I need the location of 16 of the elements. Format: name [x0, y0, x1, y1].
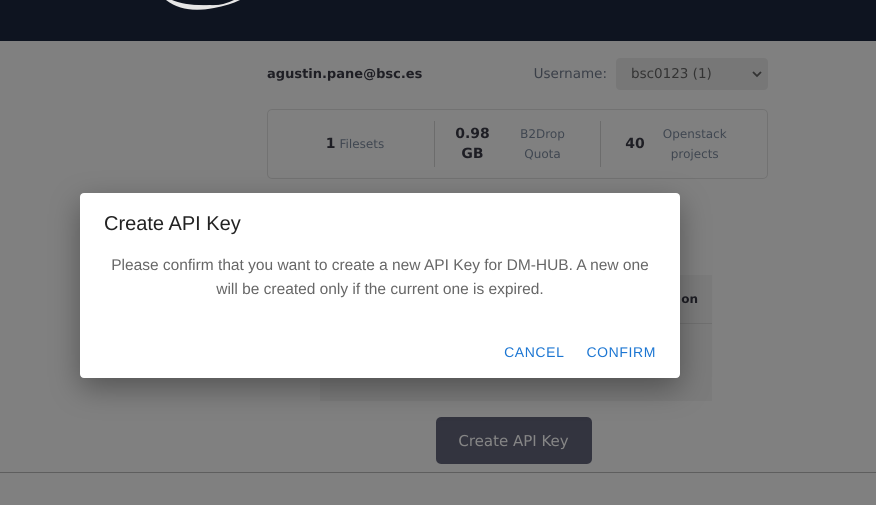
- stat-label: Filesets: [340, 136, 384, 153]
- stat-label: B2Drop Quota: [519, 126, 566, 163]
- user-email: agustin.pane@bsc.es: [267, 66, 424, 82]
- dialog-button[interactable]: CONFIRM: [578, 338, 664, 366]
- column-header: on: [681, 292, 698, 306]
- username-label: Username:: [534, 66, 607, 82]
- username-select[interactable]: bsc0123 (1): [616, 58, 768, 90]
- dialog-message: Please confirm that you want to create a new API Key for DM-HUB. A new one will be created only if the current one is expired.: [110, 256, 650, 300]
- stat-value: 1: [326, 135, 336, 154]
- stat-value: 0.98 GB: [454, 125, 491, 164]
- stat-value: 40: [625, 135, 645, 154]
- create-api-key-button[interactable]: Create API Key: [436, 417, 592, 464]
- chevron-down-icon: [752, 70, 762, 78]
- dialog-title: Create API Key: [104, 213, 242, 236]
- stat-label: Openstack projects: [662, 126, 728, 163]
- dialog-button[interactable]: CANCEL: [496, 338, 572, 366]
